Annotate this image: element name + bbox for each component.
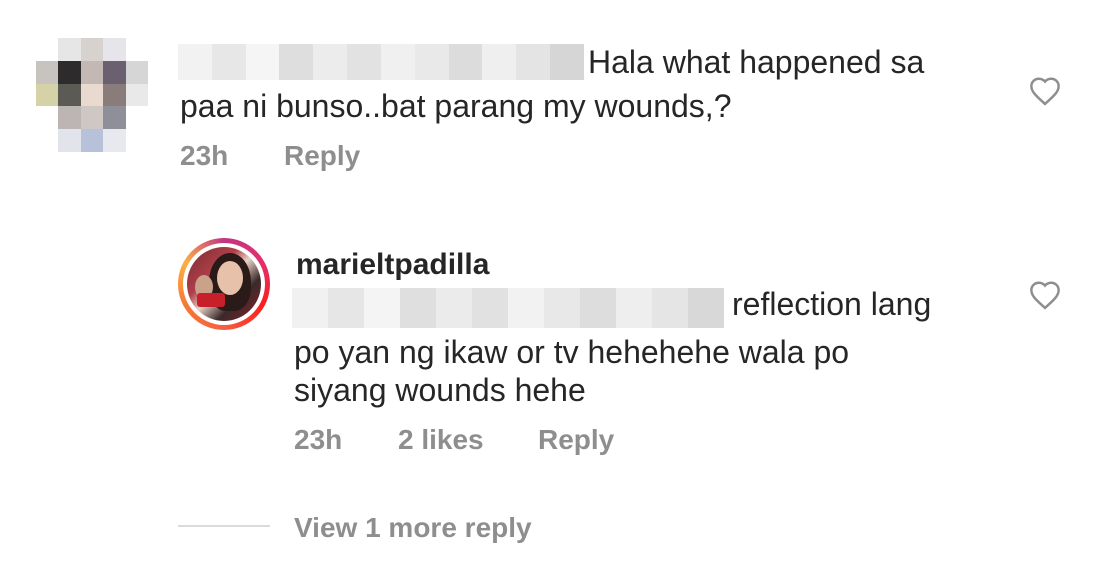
reply-text-line-1: reflection lang	[732, 286, 932, 322]
comment-timestamp[interactable]: 23h	[180, 140, 228, 172]
avatar-blurred[interactable]	[36, 38, 148, 152]
blurred-mention[interactable]	[292, 288, 724, 328]
avatar-marieltpadilla[interactable]	[178, 238, 270, 330]
comment-text-line-1: Hala what happened sa	[588, 44, 925, 80]
reply-reply-button[interactable]: Reply	[538, 424, 614, 456]
reply-timestamp[interactable]: 23h	[294, 424, 342, 456]
heart-outline-icon[interactable]	[1028, 280, 1062, 310]
view-replies-divider	[178, 525, 270, 527]
reply-likes-count[interactable]: 2 likes	[398, 424, 484, 456]
comment-reply-button[interactable]: Reply	[284, 140, 360, 172]
comment-text-line-2: paa ni bunso..bat parang my wounds,?	[180, 88, 732, 124]
heart-outline-icon[interactable]	[1028, 76, 1062, 106]
reply-username[interactable]: marieltpadilla	[296, 248, 489, 282]
view-more-replies-button[interactable]: View 1 more reply	[294, 512, 532, 544]
reply-text-line-3: siyang wounds hehe	[294, 372, 586, 408]
blurred-username[interactable]	[178, 44, 584, 80]
avatar-photo	[187, 247, 261, 321]
avatar-border	[183, 243, 265, 325]
